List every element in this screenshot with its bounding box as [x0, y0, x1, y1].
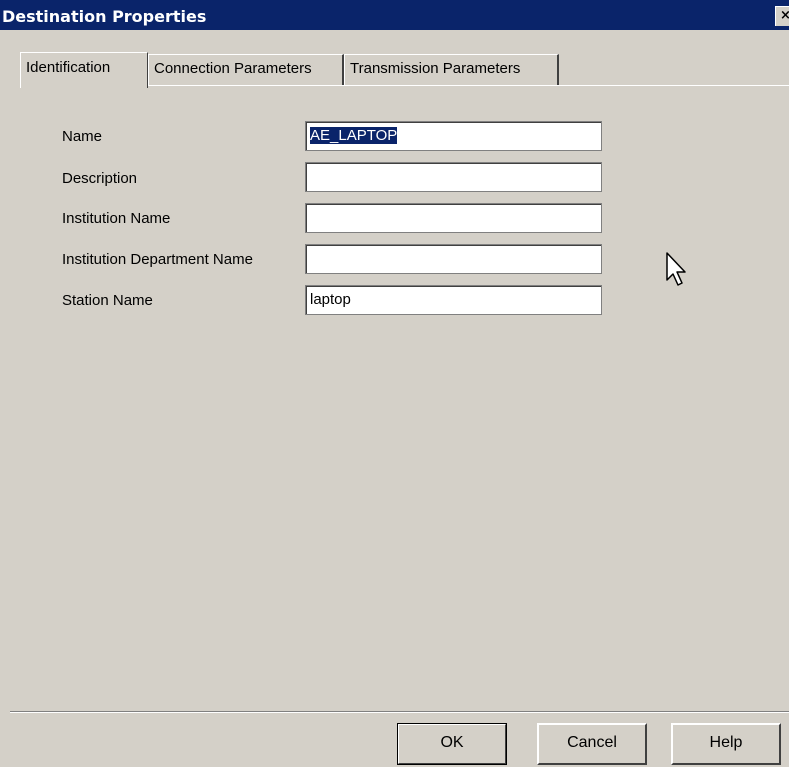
- institution-name-field[interactable]: [305, 203, 602, 233]
- cancel-button[interactable]: Cancel: [537, 723, 647, 765]
- help-label: Help: [709, 734, 743, 751]
- name-label: Name: [62, 128, 103, 145]
- window-title: Destination Properties: [2, 7, 207, 26]
- institution-department-name-field[interactable]: [305, 244, 602, 274]
- station-name-label: Station Name: [62, 292, 153, 309]
- tab-label: Transmission Parameters: [350, 60, 521, 77]
- tab-connection-parameters[interactable]: Connection Parameters: [148, 54, 344, 86]
- station-name-field[interactable]: laptop: [305, 285, 602, 315]
- close-button[interactable]: ×: [775, 6, 789, 26]
- button-separator: [10, 711, 789, 713]
- name-value: AE_LAPTOP: [310, 127, 398, 144]
- tab-transmission-parameters[interactable]: Transmission Parameters: [344, 54, 559, 86]
- description-field[interactable]: [305, 162, 602, 192]
- ok-button[interactable]: OK: [397, 723, 507, 765]
- arrow-pointer-icon: [666, 252, 686, 286]
- ok-label: OK: [440, 734, 464, 751]
- help-button[interactable]: Help: [671, 723, 781, 765]
- description-label: Description: [62, 170, 138, 187]
- institution-name-label: Institution Name: [62, 210, 171, 227]
- tab-label: Identification: [26, 59, 111, 76]
- name-field[interactable]: AE_LAPTOP: [305, 121, 602, 151]
- tab-identification[interactable]: Identification: [20, 52, 148, 88]
- cancel-label: Cancel: [567, 734, 617, 751]
- tab-label: Connection Parameters: [154, 60, 312, 77]
- institution-department-name-label: Institution Department Name: [62, 251, 253, 268]
- station-name-value: laptop: [310, 291, 351, 308]
- close-icon: ×: [780, 8, 789, 23]
- title-bar: Destination Properties ×: [0, 0, 789, 30]
